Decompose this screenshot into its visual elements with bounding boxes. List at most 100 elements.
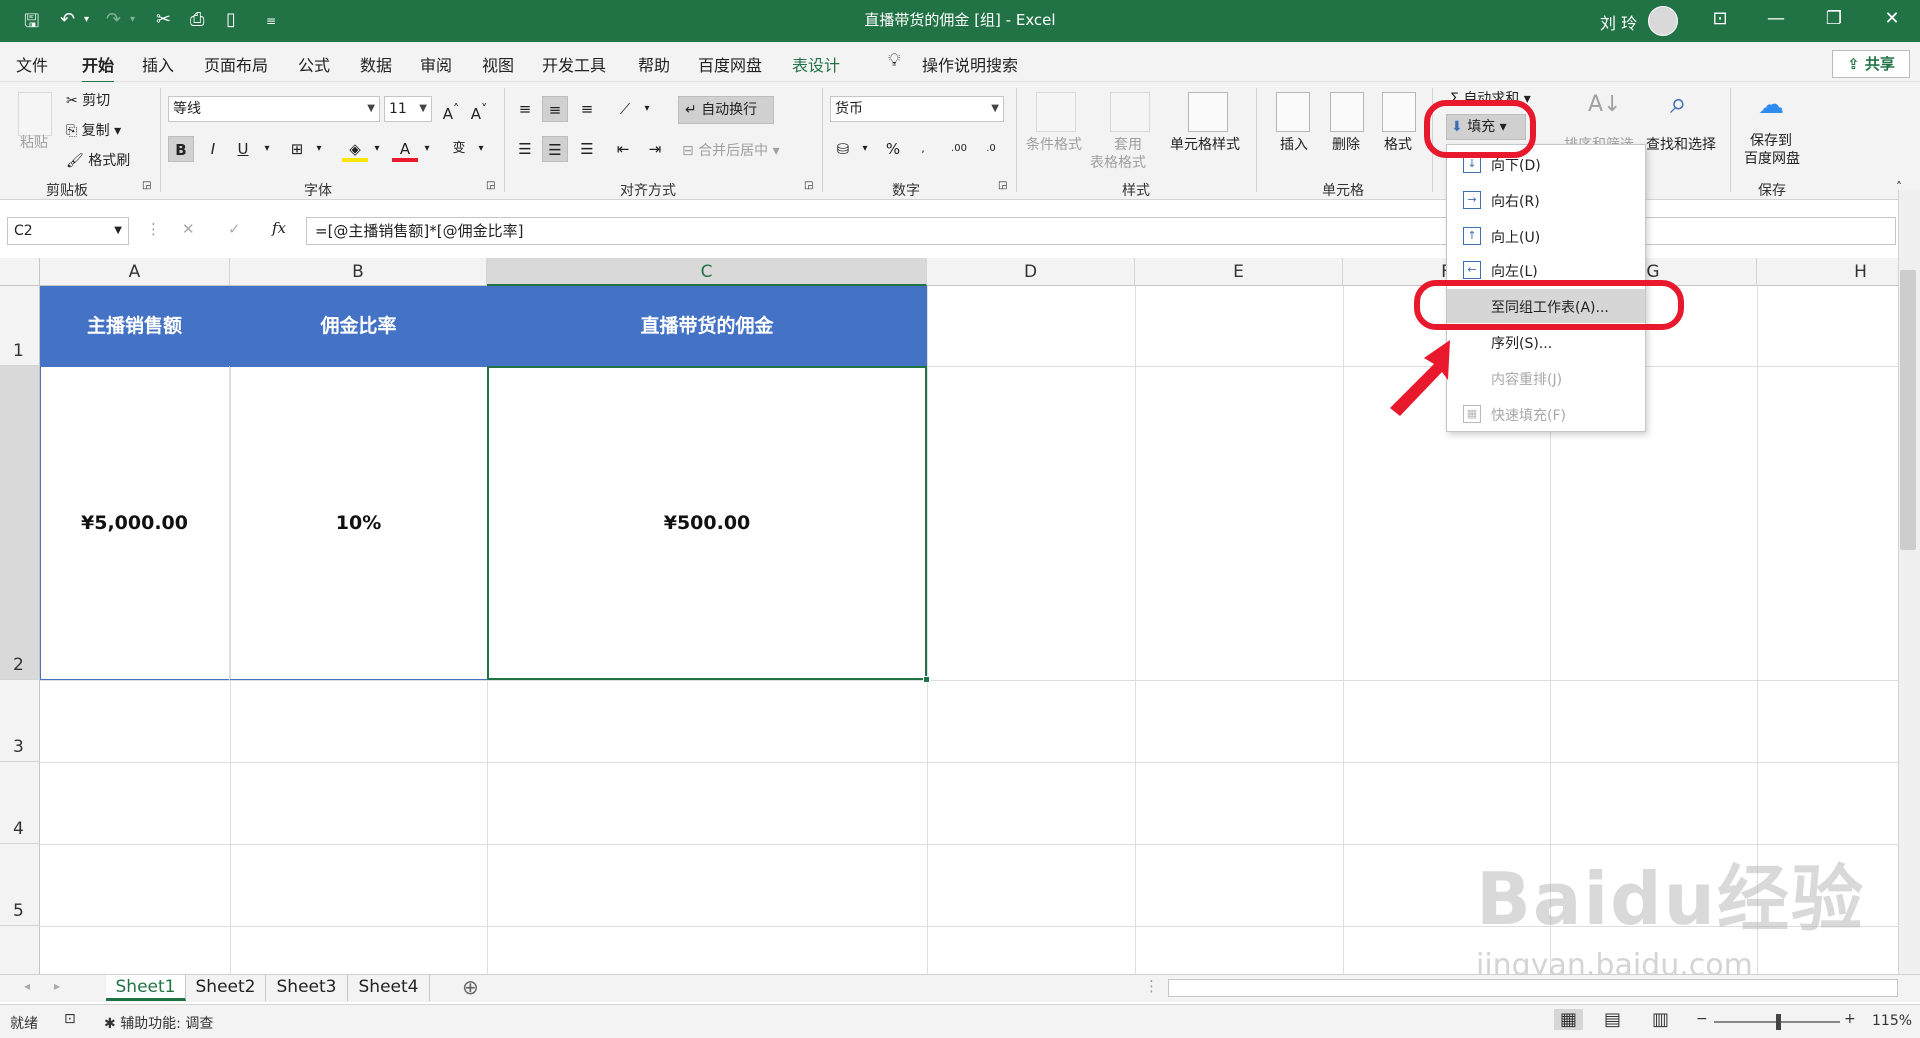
decrease-decimal-icon[interactable]: .0 (978, 136, 1004, 162)
decrease-indent-icon[interactable]: ⇤ (610, 136, 636, 162)
cell-styles-button[interactable]: 单元格样式 (1170, 134, 1240, 154)
sheet-tab-sheet4[interactable]: Sheet4 (348, 975, 430, 1001)
zoom-out-icon[interactable]: − (1696, 1011, 1708, 1027)
increase-font-icon[interactable]: A˄ (438, 96, 464, 123)
font-name-combo[interactable]: 等线 ▼ (168, 96, 380, 122)
tab-data[interactable]: 数据 (360, 52, 392, 76)
row-header-3[interactable]: 3 (0, 680, 40, 762)
fill-right-item[interactable]: → 向右(R) (1447, 183, 1645, 217)
delete-cells-button[interactable]: 删除 (1332, 134, 1360, 154)
increase-decimal-icon[interactable]: .00 (946, 136, 972, 162)
percent-button[interactable]: % (880, 136, 906, 162)
cut-button[interactable]: ✂ 剪切 (66, 90, 110, 110)
add-sheet-icon[interactable]: ⊕ (462, 975, 479, 999)
sort-filter-icon[interactable]: A↓ (1588, 92, 1621, 117)
column-header-d[interactable]: D (927, 258, 1135, 286)
tab-table-design[interactable]: 表设计 (792, 52, 840, 76)
tab-formulas[interactable]: 公式 (298, 52, 330, 76)
sheet-tab-sheet2[interactable]: Sheet2 (186, 975, 266, 1001)
clipboard-launcher-icon[interactable]: ◲ (142, 180, 151, 191)
format-cells-icon[interactable] (1382, 92, 1416, 132)
macro-record-icon[interactable]: ⊡ (64, 1011, 76, 1027)
tab-baidu-netdisk[interactable]: 百度网盘 (698, 52, 762, 76)
flash-fill-item[interactable]: ▦ 快速填充(F) (1447, 397, 1645, 431)
bold-button[interactable]: B (168, 136, 194, 162)
table-cell[interactable]: 10% (230, 366, 487, 680)
zoom-slider-thumb[interactable] (1776, 1014, 1781, 1030)
zoom-level[interactable]: 115% (1872, 1013, 1912, 1029)
align-bottom-icon[interactable]: ≡ (574, 96, 600, 122)
cancel-icon[interactable]: ✕ (182, 220, 195, 238)
align-left-icon[interactable]: ☰ (512, 136, 538, 162)
align-top-icon[interactable]: ≡ (512, 96, 538, 122)
tab-insert[interactable]: 插入 (142, 52, 174, 76)
justify-item[interactable]: 内容重排(J) (1447, 361, 1645, 395)
table-header-cell[interactable]: 主播销售额 (40, 286, 230, 366)
chevron-down-icon[interactable]: ▾ (468, 136, 494, 162)
font-size-combo[interactable]: 11 ▼ (384, 96, 432, 122)
conditional-format-icon[interactable] (1036, 92, 1076, 132)
sheet-tab-sheet3[interactable]: Sheet3 (266, 975, 348, 1001)
wrap-text-button[interactable]: ↵ 自动换行 (678, 96, 774, 124)
chevron-down-icon[interactable]: ▾ (414, 136, 440, 162)
enter-icon[interactable]: ✓ (228, 220, 241, 238)
table-header-cell[interactable]: 佣金比率 (230, 286, 487, 366)
sheet-tab-sheet1[interactable]: Sheet1 (106, 975, 186, 1001)
minimize-icon[interactable]: — (1756, 8, 1796, 29)
fill-up-item[interactable]: ↑ 向上(U) (1447, 219, 1645, 253)
insert-function-icon[interactable]: fx (272, 219, 286, 237)
next-sheet-icon[interactable]: ▸ (54, 979, 60, 993)
prev-sheet-icon[interactable]: ◂ (24, 979, 30, 993)
column-header-a[interactable]: A (40, 258, 230, 286)
format-painter-button[interactable]: 🖌︎ 格式刷 (66, 150, 130, 170)
number-launcher-icon[interactable]: ◲ (998, 180, 1007, 191)
align-right-icon[interactable]: ☰ (574, 136, 600, 162)
close-icon[interactable]: ✕ (1872, 8, 1912, 29)
chevron-down-icon[interactable]: ▾ (254, 136, 280, 162)
paste-icon[interactable] (18, 92, 52, 136)
horizontal-scrollbar[interactable] (1168, 979, 1898, 997)
chevron-down-icon[interactable]: ▾ (364, 136, 390, 162)
comma-style-icon[interactable]: , (910, 136, 936, 162)
row-header-1[interactable]: 1 (0, 286, 40, 366)
row-header-5[interactable]: 5 (0, 844, 40, 926)
align-middle-icon[interactable]: ≡ (542, 96, 568, 122)
fill-handle[interactable] (923, 676, 930, 683)
column-header-e[interactable]: E (1135, 258, 1343, 286)
tab-help[interactable]: 帮助 (638, 52, 670, 76)
avatar[interactable] (1648, 6, 1678, 36)
active-cell-c2[interactable]: ¥500.00 (487, 366, 927, 680)
paste-button[interactable]: 粘贴 (20, 132, 48, 152)
tell-me-search[interactable]: 操作说明搜索 (922, 52, 1018, 76)
restore-icon[interactable]: ❐ (1814, 8, 1854, 29)
decrease-font-icon[interactable]: A˅ (466, 96, 492, 123)
table-format-button[interactable]: 套用 (1114, 134, 1142, 154)
row-header-6[interactable] (0, 926, 40, 974)
row-header-2[interactable]: 2 (0, 366, 40, 680)
split-handle-icon[interactable]: ⋮ (1144, 977, 1159, 995)
insert-cells-button[interactable]: 插入 (1280, 134, 1308, 154)
underline-button[interactable]: U (230, 136, 256, 162)
find-select-button[interactable]: 查找和选择 (1646, 134, 1716, 154)
vertical-scroll-thumb[interactable] (1900, 270, 1916, 550)
tab-page-layout[interactable]: 页面布局 (204, 52, 268, 76)
chevron-down-icon[interactable]: ▾ (306, 136, 332, 162)
align-center-icon[interactable]: ☰ (542, 136, 568, 162)
tab-file[interactable]: 文件 (16, 52, 48, 76)
format-cells-button[interactable]: 格式 (1384, 134, 1412, 154)
formula-input[interactable]: =[@主播销售额]*[@佣金比率] (306, 217, 1896, 245)
conditional-format-button[interactable]: 条件格式 (1026, 134, 1082, 154)
row-header-4[interactable]: 4 (0, 762, 40, 844)
page-layout-view-icon[interactable]: ▤ (1604, 1009, 1621, 1030)
delete-cells-icon[interactable] (1330, 92, 1364, 132)
table-cell[interactable]: ¥5,000.00 (40, 366, 230, 680)
ribbon-display-icon[interactable]: ⊡ (1700, 8, 1740, 29)
insert-cells-icon[interactable] (1276, 92, 1310, 132)
column-header-b[interactable]: B (230, 258, 487, 286)
tab-review[interactable]: 审阅 (420, 52, 452, 76)
tab-view[interactable]: 视图 (482, 52, 514, 76)
copy-button[interactable]: ⎘ 复制 ▾ (66, 120, 121, 140)
fill-series-item[interactable]: 序列(S)... (1447, 325, 1645, 359)
number-format-combo[interactable]: 货币 ▼ (830, 96, 1004, 122)
table-format-icon[interactable] (1110, 92, 1150, 132)
